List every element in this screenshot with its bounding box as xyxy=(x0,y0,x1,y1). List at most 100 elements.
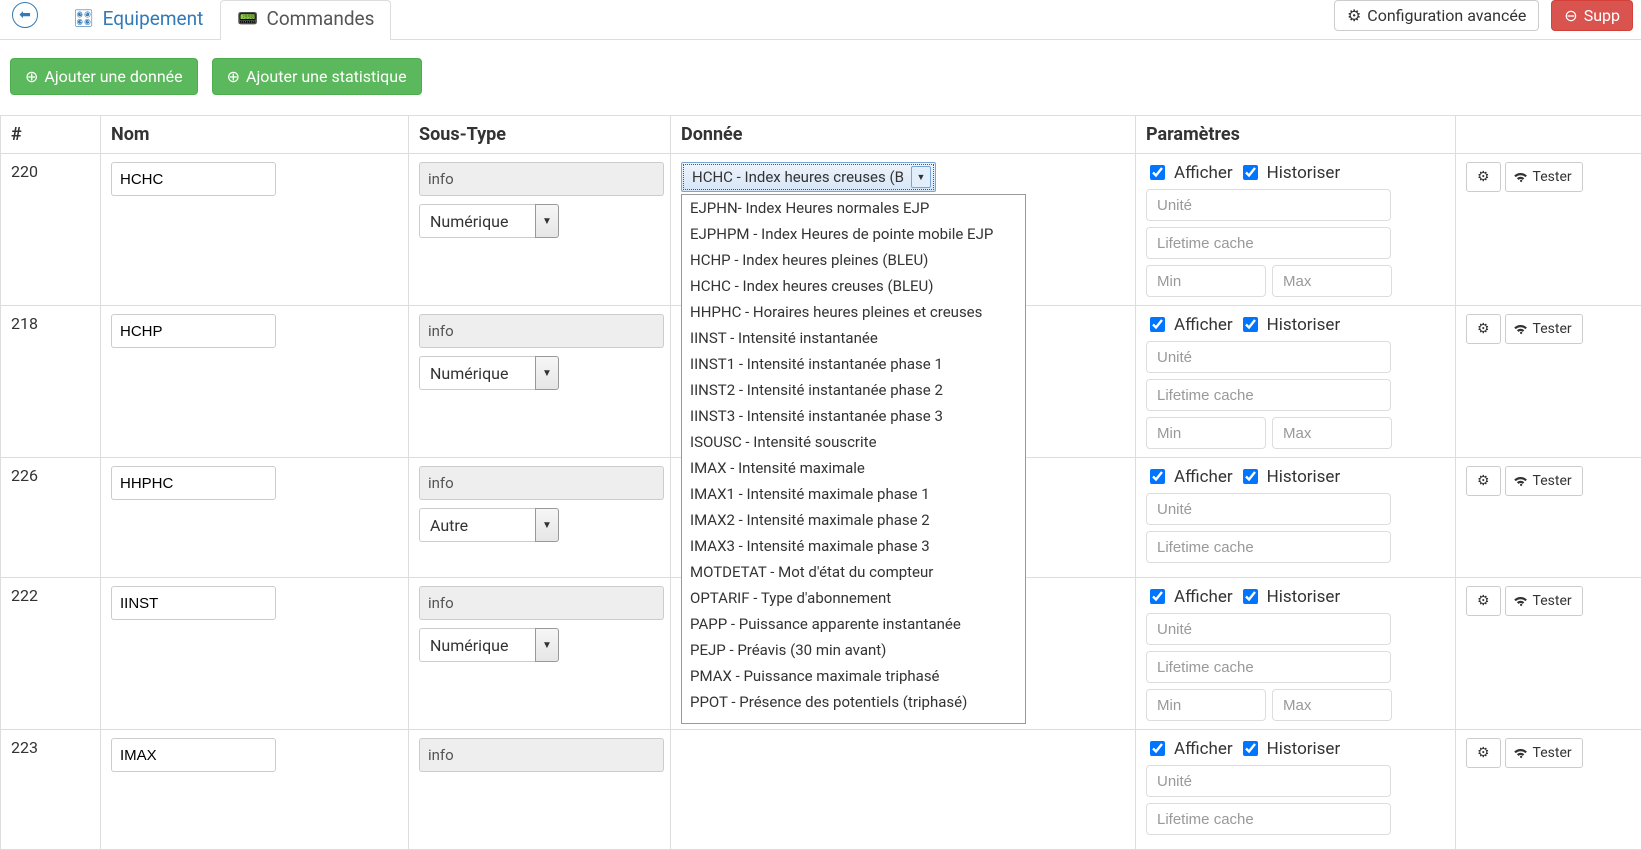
rss-icon xyxy=(1512,743,1532,763)
historiser-checkbox[interactable] xyxy=(1243,589,1258,604)
unite-input[interactable] xyxy=(1146,765,1391,797)
nom-input[interactable] xyxy=(111,586,276,620)
unite-input[interactable] xyxy=(1146,613,1391,645)
cogs-icon: ⚙ xyxy=(1477,745,1490,761)
max-input[interactable] xyxy=(1272,265,1392,297)
afficher-checkbox[interactable] xyxy=(1150,469,1165,484)
arrow-left-icon: ⬅ xyxy=(19,7,31,23)
back-button[interactable]: ⬅ xyxy=(12,2,38,28)
unite-input[interactable] xyxy=(1146,493,1391,525)
nom-input[interactable] xyxy=(111,314,276,348)
cell-actions: ⚙ Tester xyxy=(1456,458,1641,578)
supprimer-button[interactable]: ⊖ Supp xyxy=(1551,0,1633,31)
add-data-button[interactable]: ⊕ Ajouter une donnée xyxy=(10,58,198,95)
nom-input[interactable] xyxy=(111,162,276,196)
col-nom: Nom xyxy=(101,116,409,154)
dropdown-option[interactable]: EJPHPM - Index Heures de pointe mobile E… xyxy=(682,221,1025,247)
max-input[interactable] xyxy=(1272,417,1392,449)
lifetime-cache-input[interactable] xyxy=(1146,379,1391,411)
plus-circle-icon: ⊕ xyxy=(227,67,240,86)
dropdown-option[interactable]: ISOUSC - Intensité souscrite xyxy=(682,429,1025,455)
dropdown-option[interactable]: IINST3 - Intensité instantanée phase 3 xyxy=(682,403,1025,429)
donnee-dropdown-list[interactable]: EJPHN- Index Heures normales EJPEJPHPM -… xyxy=(681,194,1026,724)
row-config-button[interactable]: ⚙ xyxy=(1466,314,1501,344)
dropdown-option[interactable]: PMAX - Puissance maximale triphasé xyxy=(682,663,1025,689)
max-input[interactable] xyxy=(1272,689,1392,721)
afficher-checkbox[interactable] xyxy=(1150,317,1165,332)
row-config-button[interactable]: ⚙ xyxy=(1466,586,1501,616)
subtype-select[interactable]: Autre xyxy=(419,508,535,542)
lifetime-cache-input[interactable] xyxy=(1146,803,1391,835)
chevron-down-icon[interactable]: ▼ xyxy=(911,166,931,188)
row-config-button[interactable]: ⚙ xyxy=(1466,738,1501,768)
cell-id: 222 xyxy=(1,578,101,730)
min-input[interactable] xyxy=(1146,689,1266,721)
dropdown-option[interactable]: PAPP - Puissance apparente instantanée xyxy=(682,611,1025,637)
subtype-select[interactable]: Numérique xyxy=(419,204,535,238)
cell-soustype: info xyxy=(409,730,671,850)
dropdown-option[interactable]: IMAX1 - Intensité maximale phase 1 xyxy=(682,481,1025,507)
dropdown-option[interactable]: IMAX - Intensité maximale xyxy=(682,455,1025,481)
historiser-label: Historiser xyxy=(1267,739,1341,759)
historiser-checkbox[interactable] xyxy=(1243,317,1258,332)
config-avancee-button[interactable]: ⚙︎ Configuration avancée xyxy=(1334,0,1539,31)
lifetime-cache-input[interactable] xyxy=(1146,531,1391,563)
tab-equipement[interactable]: 🎛 Equipement xyxy=(56,0,220,40)
row-config-button[interactable]: ⚙ xyxy=(1466,466,1501,496)
subtype-select[interactable]: Numérique xyxy=(419,356,535,390)
unite-input[interactable] xyxy=(1146,189,1391,221)
add-stat-button[interactable]: ⊕ Ajouter une statistique xyxy=(212,58,422,95)
chevron-down-icon[interactable]: ▼ xyxy=(535,356,559,390)
cogs-icon: ⚙ xyxy=(1477,321,1490,337)
commands-table: # Nom Sous-Type Donnée Paramètres 220inf… xyxy=(0,115,1641,850)
cogs-icon: ⚙︎ xyxy=(1347,6,1361,25)
tester-button[interactable]: Tester xyxy=(1505,466,1583,496)
cell-id: 218 xyxy=(1,306,101,458)
donnee-combo[interactable]: HCHC - Index heures creuses (B▼EJPHN- In… xyxy=(681,162,936,192)
rss-icon xyxy=(1512,591,1532,611)
tester-button[interactable]: Tester xyxy=(1505,586,1583,616)
button-label: Ajouter une donnée xyxy=(44,67,182,86)
chevron-down-icon[interactable]: ▼ xyxy=(535,508,559,542)
historiser-checkbox[interactable] xyxy=(1243,741,1258,756)
dropdown-option[interactable]: IMAX3 - Intensité maximale phase 3 xyxy=(682,533,1025,559)
tester-button[interactable]: Tester xyxy=(1505,738,1583,768)
dropdown-option[interactable]: IINST - Intensité instantanée xyxy=(682,325,1025,351)
dropdown-option[interactable]: PPOT - Présence des potentiels (triphasé… xyxy=(682,689,1025,715)
tester-button[interactable]: Tester xyxy=(1505,314,1583,344)
dropdown-option[interactable]: OPTARIF - Type d'abonnement xyxy=(682,585,1025,611)
min-input[interactable] xyxy=(1146,265,1266,297)
dropdown-option[interactable]: MOTDETAT - Mot d'état du compteur xyxy=(682,559,1025,585)
dropdown-option[interactable]: IINST1 - Intensité instantanée phase 1 xyxy=(682,351,1025,377)
chevron-down-icon[interactable]: ▼ xyxy=(535,628,559,662)
nom-input[interactable] xyxy=(111,466,276,500)
row-config-button[interactable]: ⚙ xyxy=(1466,162,1501,192)
tab-commandes[interactable]: 📟 Commandes xyxy=(220,0,391,40)
historiser-checkbox[interactable] xyxy=(1243,165,1258,180)
dropdown-option[interactable]: HCHP - Index heures pleines (BLEU) xyxy=(682,247,1025,273)
dropdown-option[interactable]: IMAX2 - Intensité maximale phase 2 xyxy=(682,507,1025,533)
dropdown-option[interactable]: PEJP - Préavis (30 min avant) xyxy=(682,637,1025,663)
cell-donnee xyxy=(671,730,1136,850)
tester-button[interactable]: Tester xyxy=(1505,162,1583,192)
historiser-label: Historiser xyxy=(1267,587,1341,607)
historiser-checkbox[interactable] xyxy=(1243,469,1258,484)
dropdown-option[interactable]: EJPHN- Index Heures normales EJP xyxy=(682,195,1025,221)
afficher-checkbox[interactable] xyxy=(1150,589,1165,604)
lifetime-cache-input[interactable] xyxy=(1146,227,1391,259)
min-input[interactable] xyxy=(1146,417,1266,449)
table-row: 223infoAfficherHistoriser⚙ Tester xyxy=(1,730,1641,850)
dropdown-option[interactable]: IINST2 - Intensité instantanée phase 2 xyxy=(682,377,1025,403)
table-header-row: # Nom Sous-Type Donnée Paramètres xyxy=(1,116,1641,154)
cell-id: 223 xyxy=(1,730,101,850)
afficher-checkbox[interactable] xyxy=(1150,165,1165,180)
col-donnee: Donnée xyxy=(671,116,1136,154)
unite-input[interactable] xyxy=(1146,341,1391,373)
chevron-down-icon[interactable]: ▼ xyxy=(535,204,559,238)
subtype-select[interactable]: Numérique xyxy=(419,628,535,662)
nom-input[interactable] xyxy=(111,738,276,772)
dropdown-option[interactable]: HCHC - Index heures creuses (BLEU) xyxy=(682,273,1025,299)
dropdown-option[interactable]: HHPHC - Horaires heures pleines et creus… xyxy=(682,299,1025,325)
lifetime-cache-input[interactable] xyxy=(1146,651,1391,683)
afficher-checkbox[interactable] xyxy=(1150,741,1165,756)
